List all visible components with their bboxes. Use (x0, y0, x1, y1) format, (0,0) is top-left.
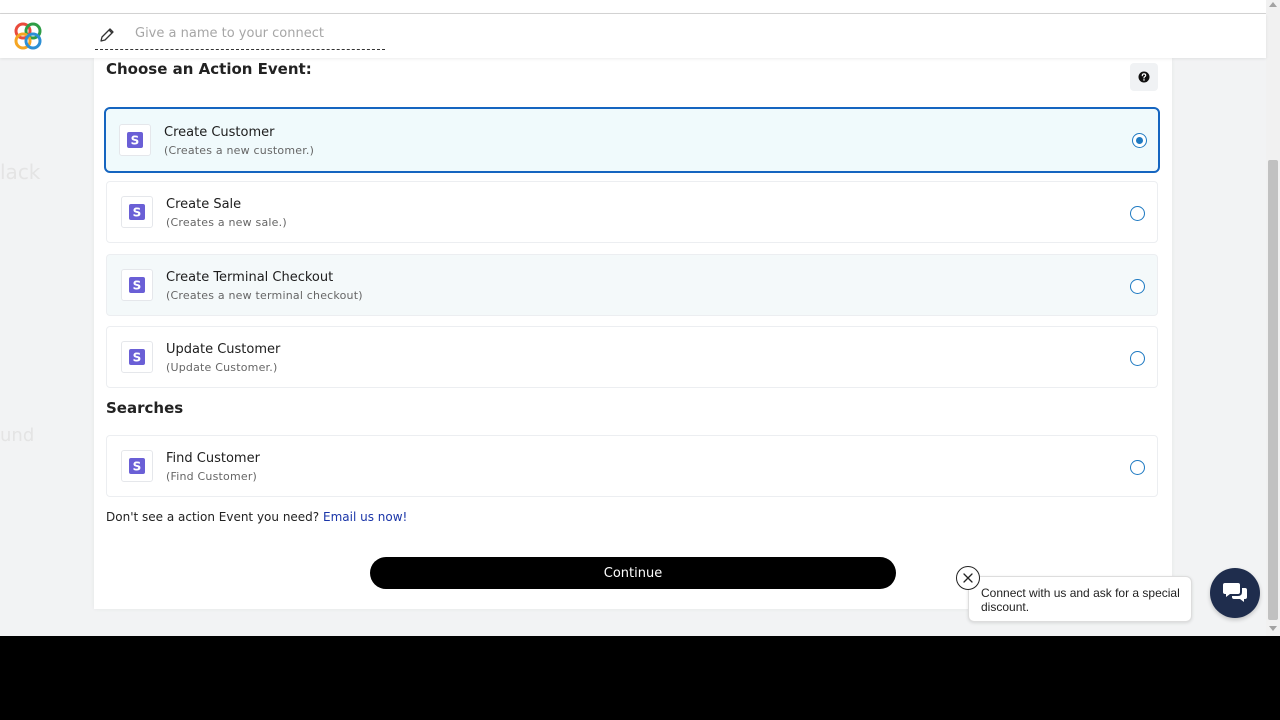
email-us-link[interactable]: Email us now! (323, 510, 407, 524)
option-title: Update Customer (166, 342, 281, 357)
app-icon-letter: S (133, 206, 142, 220)
app-icon-letter: S (131, 134, 140, 148)
option-description: (Creates a new customer.) (164, 144, 315, 157)
pencil-icon (100, 28, 114, 42)
option-radio[interactable] (1130, 279, 1145, 294)
option-description: (Creates a new sale.) (166, 216, 287, 229)
app-s-icon: S (121, 341, 153, 373)
app-icon-letter: S (133, 460, 142, 474)
option-title: Find Customer (166, 451, 260, 466)
searches-title: Searches (106, 399, 184, 417)
app-s-icon: S (121, 269, 153, 301)
logo-icon[interactable] (13, 21, 43, 51)
option-description: (Creates a new terminal checkout) (166, 289, 363, 302)
continue-button[interactable]: Continue (370, 557, 896, 589)
missing-event-hint: Don't see a action Event you need? Email… (106, 510, 407, 524)
browser-top-strip (0, 0, 1266, 14)
app-s-icon: S (121, 450, 153, 482)
page-scrollbar[interactable] (1266, 0, 1280, 636)
page-header (0, 14, 1266, 58)
connect-name-field (95, 18, 385, 50)
hint-text: Don't see a action Event you need? (106, 510, 320, 524)
option-radio[interactable] (1132, 133, 1147, 148)
option-title: Create Sale (166, 197, 242, 212)
option-description: (Update Customer.) (166, 361, 278, 374)
close-icon (963, 573, 973, 583)
scroll-thumb[interactable] (1268, 160, 1278, 620)
app-icon-letter: S (133, 279, 142, 293)
background-label: lack (0, 160, 41, 184)
option-title: Create Customer (164, 125, 275, 140)
chat-button[interactable] (1210, 568, 1260, 618)
option-radio[interactable] (1130, 351, 1145, 366)
promo-tooltip: Connect with us and ask for a special di… (968, 576, 1192, 622)
app-icon-letter: S (133, 351, 142, 365)
scroll-up-arrow[interactable] (1269, 2, 1277, 7)
help-icon (1138, 71, 1150, 83)
action-option-create-customer[interactable]: S Create Customer (Creates a new custome… (104, 107, 1160, 173)
action-event-panel: Choose an Action Event: S Create Custome… (94, 58, 1172, 609)
search-option-find-customer[interactable]: S Find Customer (Find Customer) (106, 435, 1158, 497)
app-viewport: lack und Choose an Action Event: (0, 0, 1280, 636)
option-radio[interactable] (1130, 206, 1145, 221)
option-radio[interactable] (1130, 460, 1145, 475)
app-s-icon: S (121, 196, 153, 228)
connect-name-input[interactable] (133, 21, 385, 45)
option-description: (Find Customer) (166, 470, 258, 483)
promo-close-button[interactable] (956, 566, 980, 590)
action-option-update-customer[interactable]: S Update Customer (Update Customer.) (106, 326, 1158, 388)
help-button[interactable] (1130, 63, 1158, 91)
option-title: Create Terminal Checkout (166, 270, 334, 285)
app-s-icon: S (119, 124, 151, 156)
action-event-title: Choose an Action Event: (106, 60, 312, 78)
chat-icon (1223, 583, 1247, 602)
action-option-create-sale[interactable]: S Create Sale (Creates a new sale.) (106, 181, 1158, 243)
action-option-create-terminal-checkout[interactable]: S Create Terminal Checkout (Creates a ne… (106, 254, 1158, 316)
scroll-down-arrow[interactable] (1269, 626, 1277, 631)
background-label: und (0, 425, 35, 446)
